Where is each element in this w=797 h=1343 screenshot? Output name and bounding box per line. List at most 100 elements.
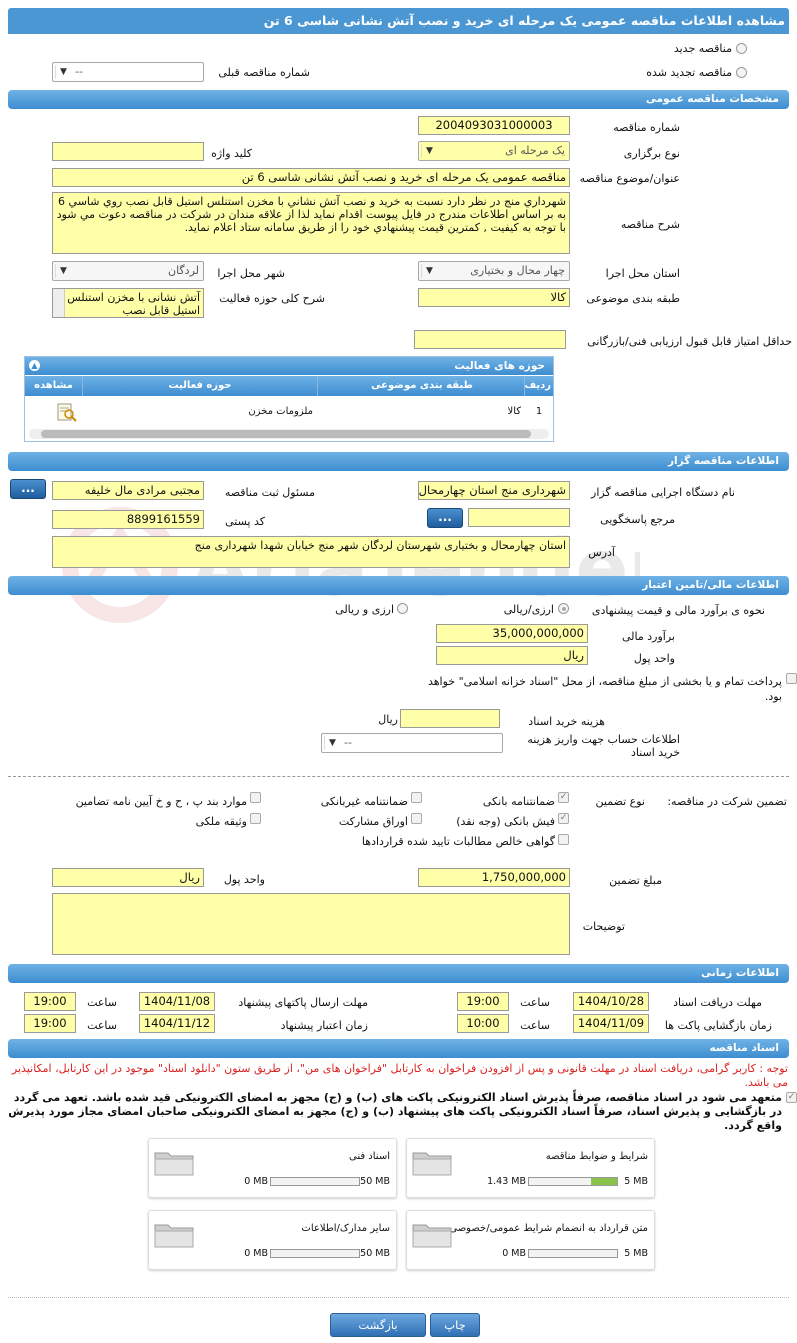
back-button[interactable]: بازگشت: [330, 1313, 426, 1337]
divider: [8, 1297, 789, 1298]
treasury-checkbox[interactable]: [786, 673, 797, 684]
registrar-field: مجتبی مرادی مال خلیفه: [52, 481, 204, 500]
org-field: شهرداری منج استان چهارمحال: [418, 481, 570, 500]
keyword-field: [52, 142, 204, 161]
category-field: کالا: [418, 288, 570, 307]
currency-field: ریال: [436, 646, 588, 665]
file-max: 50 MB: [360, 1248, 390, 1259]
col-category: طبقه بندی موضوعی: [320, 376, 525, 396]
account-select[interactable]: -- ▼: [321, 733, 503, 753]
bank-receipt-checkbox[interactable]: ✓: [558, 813, 569, 824]
section-docs: اسناد مناقصه: [8, 1039, 789, 1058]
file-box[interactable]: شرایط و ضوابط مناقصه 5 MB 1.43 MB: [406, 1138, 655, 1198]
section-finance: اطلاعات مالی/تامین اعتبار: [8, 576, 789, 595]
method-label: نحوه ی برآورد مالی و قیمت پیشنهادی: [591, 604, 765, 617]
commit-checkbox[interactable]: ✓: [786, 1092, 797, 1103]
property-checkbox[interactable]: [250, 813, 261, 824]
doc-cost-label: هزینه خرید اسناد: [528, 715, 605, 728]
desc-field: شهرداري منج در نظر دارد نسبت به خريد و ن…: [52, 192, 570, 254]
activity-grid: حوزه های فعالیت ▲ ردیف طبقه بندی موضوعی …: [24, 356, 554, 442]
bank-guarantee-checkbox[interactable]: ✓: [558, 792, 569, 803]
ref-field: [468, 508, 570, 527]
view-document-icon[interactable]: [55, 402, 77, 422]
keyword-label: کلید واژه: [211, 147, 252, 160]
file-name: اسناد فنی: [349, 1151, 390, 1162]
items-bcd-checkbox[interactable]: [250, 792, 261, 803]
row-idx: 1: [535, 406, 543, 417]
file-max: 5 MB: [624, 1176, 648, 1187]
min-score-field: [414, 330, 566, 349]
method-option2-radio[interactable]: [397, 603, 408, 614]
file-used: 0 MB: [244, 1248, 268, 1259]
doc-receive-time: 19:00: [457, 992, 509, 1011]
file-name: متن قرارداد به انضمام شرایط عمومی/خصوصی: [449, 1223, 648, 1234]
unit-field: ریال: [52, 868, 204, 887]
doc-receive-date: 1404/10/28: [573, 992, 649, 1011]
open-label: زمان بازگشایی پاکت ها: [664, 1019, 772, 1032]
chevron-down-icon: ▼: [55, 65, 71, 79]
file-progress: [528, 1249, 618, 1258]
scope-scrollbar[interactable]: [53, 289, 65, 317]
file-progress: [528, 1177, 618, 1186]
chevron-down-icon: ▼: [55, 264, 71, 278]
items-bcd-label: موارد بند پ ، ح و خ آیین نامه تضامین: [75, 795, 247, 808]
treasury-label: پرداخت تمام و یا بخشی از مبلغ مناقصه، از…: [427, 675, 782, 703]
bonds-checkbox[interactable]: [411, 813, 422, 824]
prev-number-select[interactable]: -- ▼: [52, 62, 204, 82]
address-field: استان چهارمحال و بختیاری شهرستان لردگان …: [52, 536, 570, 568]
notes-field: [52, 893, 570, 955]
property-label: وثیقه ملکی: [195, 815, 247, 828]
ref-more-button[interactable]: ...: [427, 508, 463, 528]
city-select[interactable]: لردگان ▼: [52, 261, 204, 281]
activity-grid-header: ردیف طبقه بندی موضوعی حوزه فعالیت مشاهده: [25, 376, 553, 396]
claims-label: گواهی خالص مطالبات تایید شده قراردادها: [361, 835, 555, 848]
desc-label: شرح مناقصه: [620, 218, 680, 231]
amount-label: مبلغ تضمین: [609, 874, 662, 887]
open-date: 1404/11/09: [573, 1014, 649, 1033]
city-label: شهر محل اجرا: [217, 267, 285, 280]
method-option1-radio[interactable]: [558, 603, 569, 614]
grid-horizontal-scrollbar[interactable]: [29, 429, 549, 439]
divider: [8, 776, 789, 777]
scope-label: شرح کلی حوزه فعالیت: [219, 292, 325, 305]
type-select[interactable]: یک مرحله ای ▼: [418, 141, 570, 161]
scope-field: آتش نشانی با مخزن استنلس استیل قابل نصب: [52, 288, 204, 318]
prev-number-label: شماره مناقصه قبلی: [218, 66, 310, 79]
section-timing: اطلاعات زمانی: [8, 964, 789, 983]
validity-date: 1404/11/12: [139, 1014, 215, 1033]
file-used: 0 MB: [244, 1176, 268, 1187]
subject-field: مناقصه عمومی یک مرحله ای خرید و نصب آتش …: [52, 168, 570, 187]
col-view: مشاهده: [25, 376, 83, 396]
registrar-more-button[interactable]: ...: [10, 479, 46, 499]
file-box[interactable]: سایر مدارک/اطلاعات 50 MB 0 MB: [148, 1210, 397, 1270]
file-max: 50 MB: [360, 1176, 390, 1187]
file-box[interactable]: اسناد فنی 50 MB 0 MB: [148, 1138, 397, 1198]
collapse-icon[interactable]: ▲: [29, 360, 40, 371]
time-label: ساعت: [520, 1019, 550, 1032]
guarantee-type-label: نوع تضمین: [595, 795, 645, 808]
commit-text: متعهد می شود در اسناد مناقصه، صرفاً پذیر…: [8, 1091, 782, 1132]
file-name: شرایط و ضوابط مناقصه: [545, 1151, 648, 1162]
estimate-label: برآورد مالی: [622, 630, 675, 643]
col-field: حوزه فعالیت: [83, 376, 318, 396]
row-field: ملزومات مخزن: [248, 406, 313, 417]
claims-checkbox[interactable]: [558, 834, 569, 845]
min-score-label: حداقل امتیاز قابل قبول ارزیابی فنی/بازرگ…: [587, 335, 792, 348]
folder-icon: [154, 1224, 194, 1248]
number-field: 2004093031000003: [418, 116, 570, 135]
org-label: نام دستگاه اجرایی مناقصه گزار: [591, 486, 735, 499]
nonbank-guarantee-checkbox[interactable]: [411, 792, 422, 803]
file-max: 5 MB: [624, 1248, 648, 1259]
time-label: ساعت: [87, 1019, 117, 1032]
folder-icon: [412, 1152, 452, 1176]
new-tender-radio[interactable]: [736, 43, 747, 54]
chevron-down-icon: ▼: [421, 144, 437, 158]
print-button[interactable]: چاپ: [430, 1313, 480, 1337]
province-select[interactable]: چهار محال و بختیاری ▼: [418, 261, 570, 281]
province-label: استان محل اجرا: [605, 267, 680, 280]
type-label: نوع برگزاری: [623, 147, 680, 160]
file-box[interactable]: متن قرارداد به انضمام شرایط عمومی/خصوصی …: [406, 1210, 655, 1270]
estimate-field: 35,000,000,000: [436, 624, 588, 643]
renewed-tender-radio[interactable]: [736, 67, 747, 78]
category-label: طبقه بندی موضوعی: [586, 292, 680, 305]
